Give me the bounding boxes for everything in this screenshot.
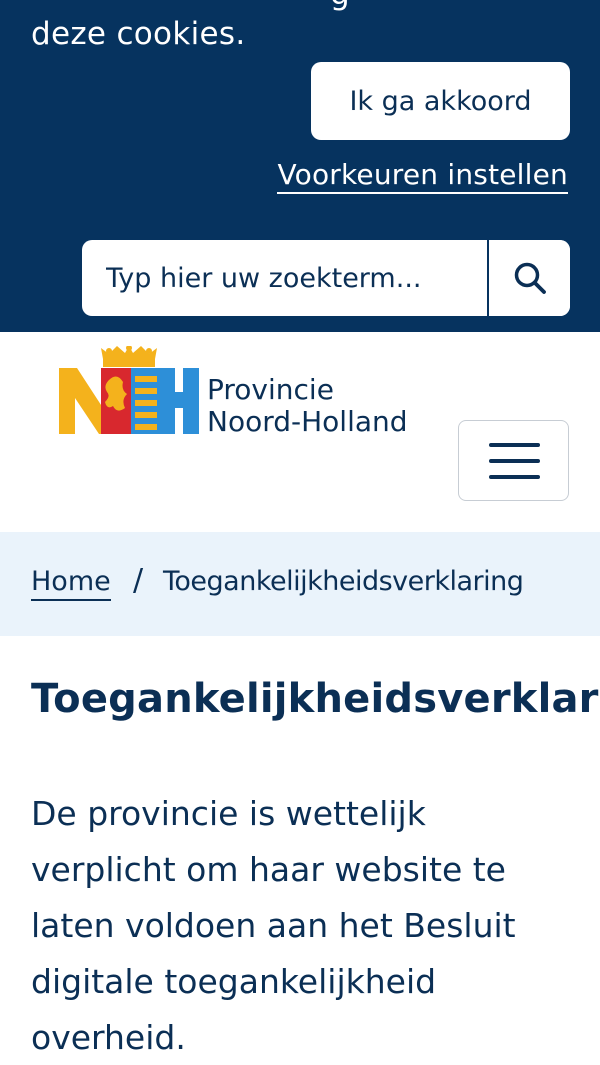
cookie-text: deze cookies.: [31, 16, 246, 52]
cookie-banner: g deze cookies. Ik ga akkoord Voorkeuren…: [0, 0, 600, 332]
search-icon: [514, 262, 546, 294]
search-button[interactable]: [489, 240, 570, 316]
logo-line-region: Noord-Holland: [207, 405, 408, 438]
logo-line-province: Provincie: [207, 373, 334, 406]
crown-icon: [101, 346, 157, 367]
cookie-text-partial: g: [330, 0, 350, 12]
cookie-preferences-link[interactable]: Voorkeuren instellen: [277, 158, 568, 194]
main-content: Toegankelijkheidsverklaring De provincie…: [0, 636, 600, 1065]
breadcrumb-home-link[interactable]: Home: [31, 565, 111, 601]
menu-button[interactable]: [458, 420, 569, 501]
intro-paragraph: De provincie is wettelijk verplicht om h…: [31, 794, 516, 1057]
search-form: [82, 240, 570, 316]
breadcrumb: Home / Toegankelijkheidsverklaring: [0, 532, 600, 636]
breadcrumb-separator: /: [133, 563, 144, 598]
breadcrumb-current: Toegankelijkheidsverklaring: [163, 566, 524, 597]
logo-text: Provincie Noord-Holland: [207, 374, 408, 438]
hamburger-bar: [489, 459, 540, 463]
hamburger-bar: [489, 443, 540, 447]
site-header: Provincie Noord-Holland: [0, 332, 600, 532]
search-input[interactable]: [82, 240, 486, 316]
hamburger-bar: [489, 475, 540, 479]
accept-cookies-button[interactable]: Ik ga akkoord: [311, 62, 570, 140]
page-title: Toegankelijkheidsverklaring: [31, 676, 600, 722]
logo-link[interactable]: Provincie Noord-Holland: [59, 346, 449, 442]
province-logo-icon: [59, 346, 199, 434]
